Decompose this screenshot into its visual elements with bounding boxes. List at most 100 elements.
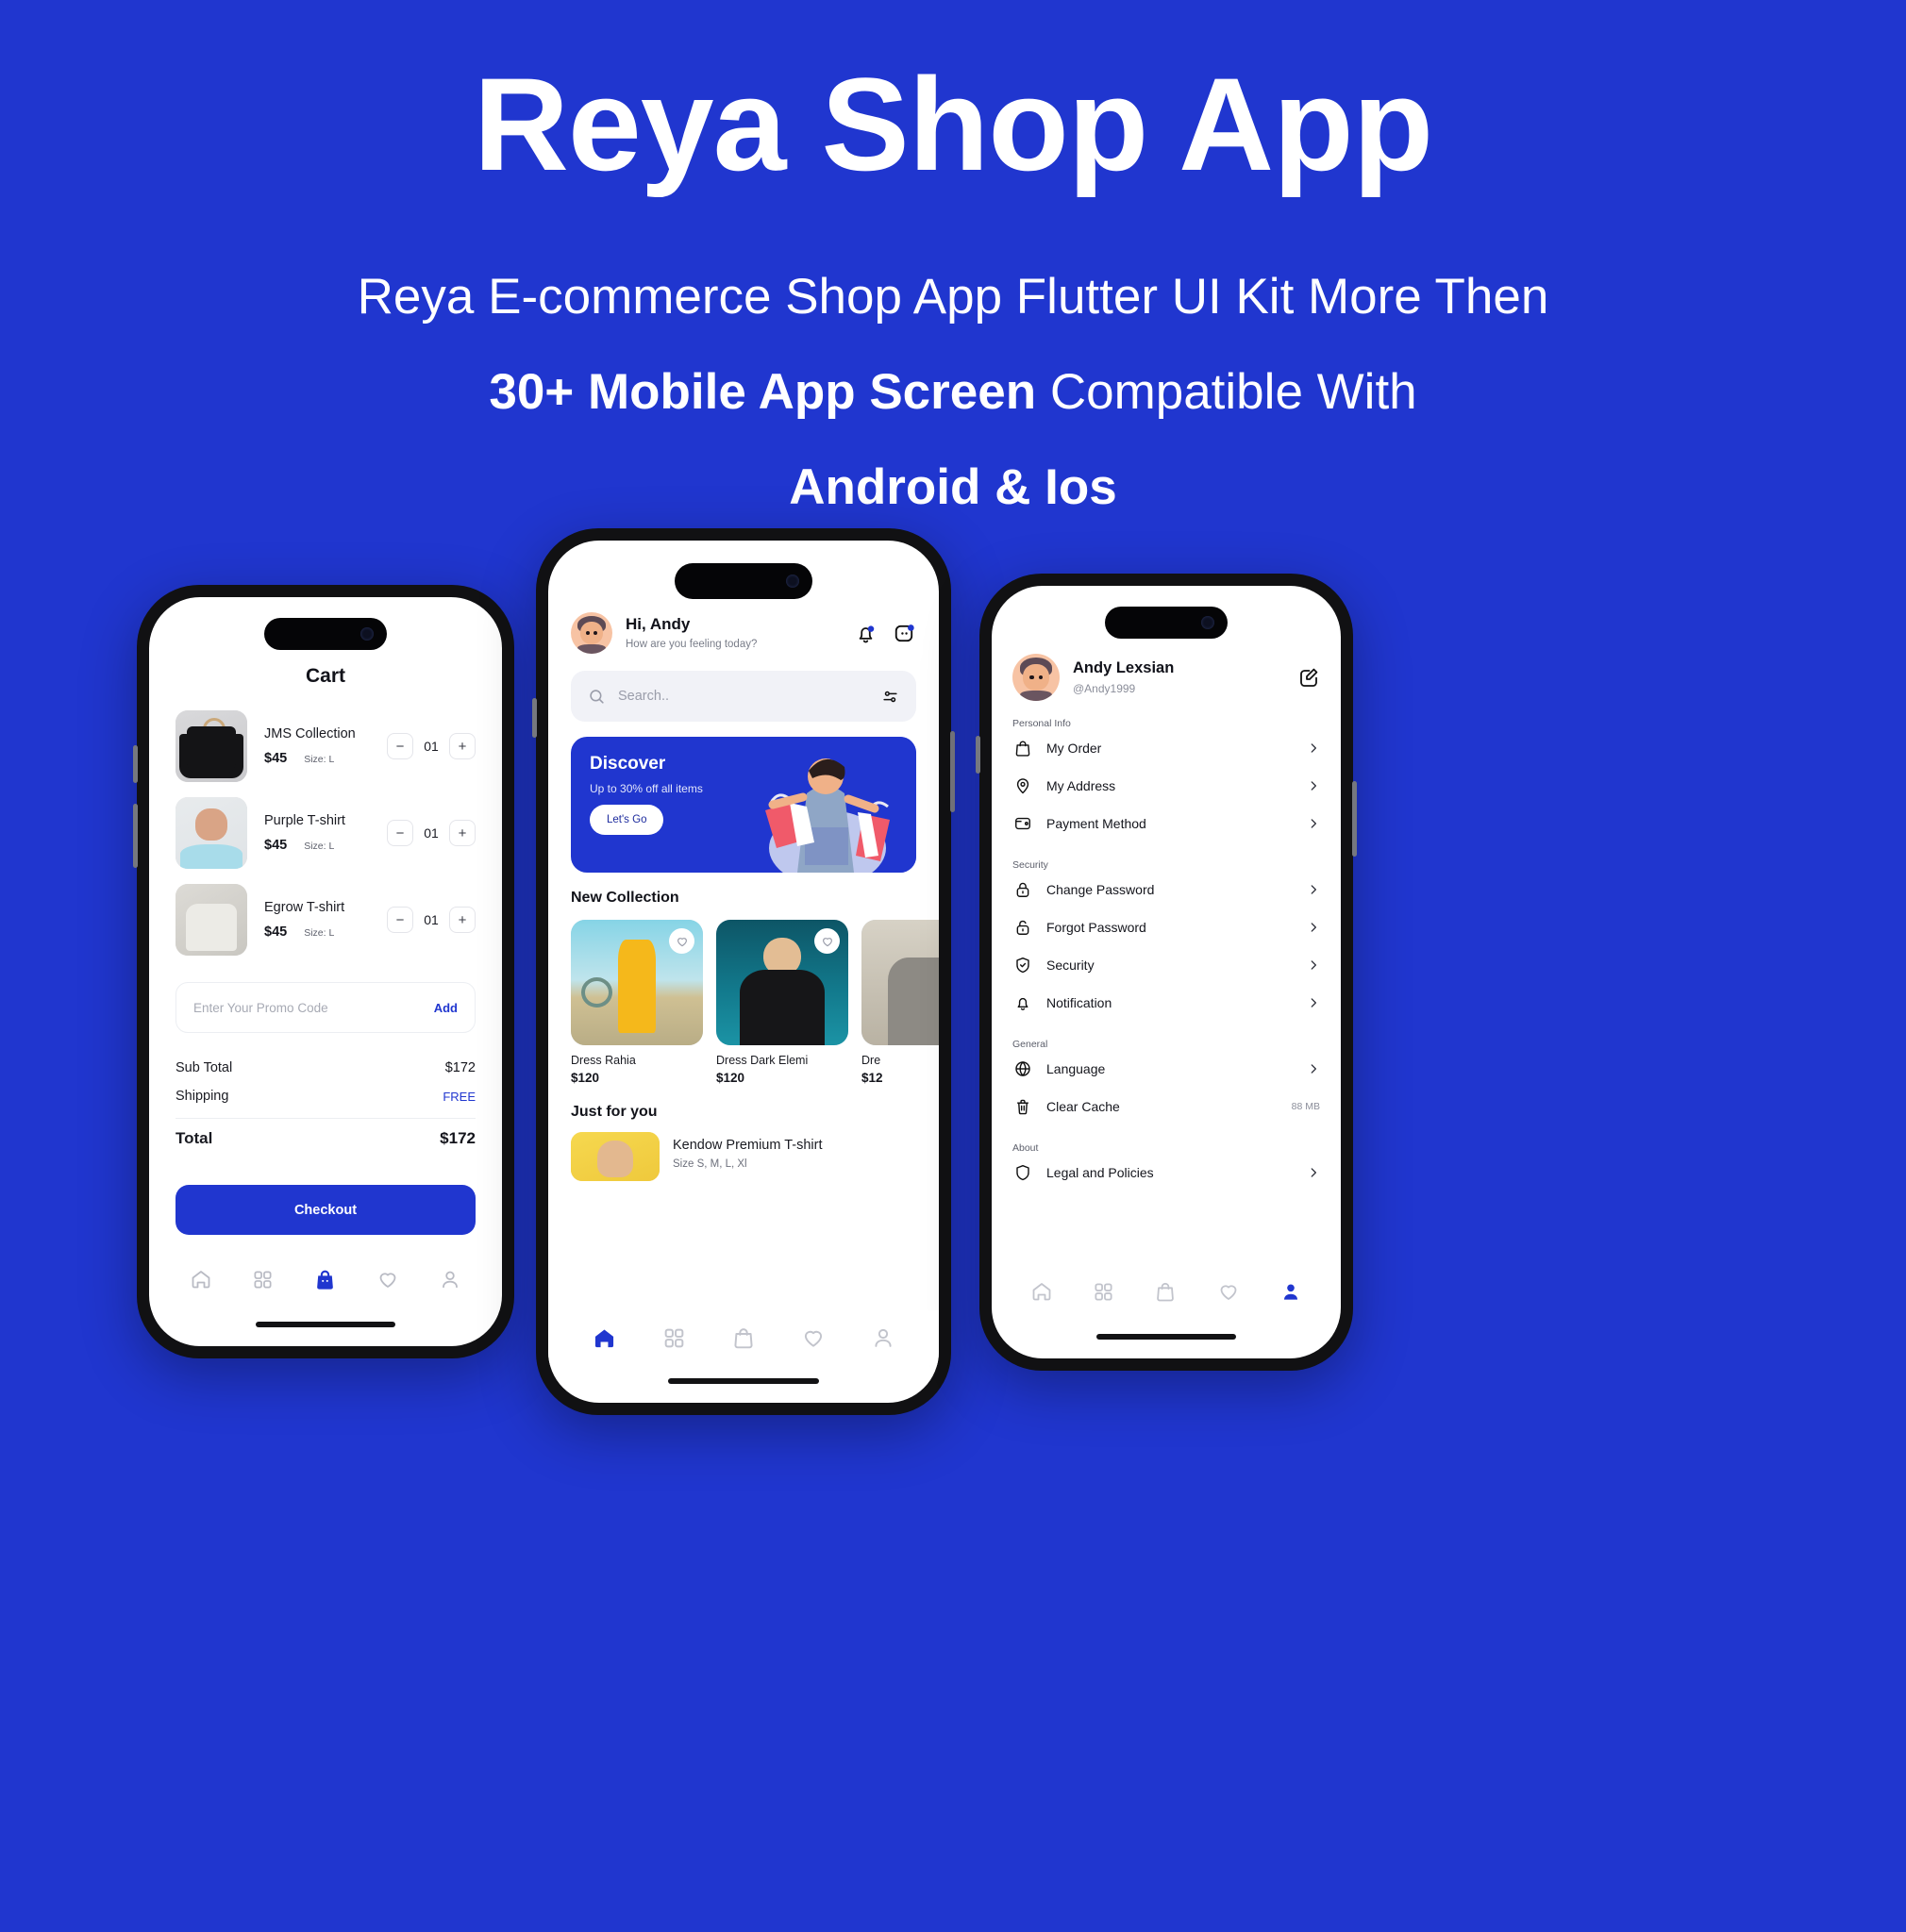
cart-item-row[interactable]: Egrow T-shirt $45 Size: L − 01 +: [149, 876, 502, 963]
shipping-label: Shipping: [176, 1089, 229, 1104]
tab-wishlist[interactable]: [376, 1268, 399, 1291]
promo-banner-page: Reya Shop App Reya E-commerce Shop App F…: [0, 0, 1906, 1932]
tab-profile[interactable]: [439, 1268, 461, 1291]
menu-item-change-password[interactable]: Change Password: [992, 871, 1341, 908]
tab-profile[interactable]: [871, 1325, 895, 1350]
subtotal-row: Sub Total $172: [176, 1054, 476, 1082]
message-icon[interactable]: [893, 622, 916, 645]
menu-item-payment-method[interactable]: Payment Method: [992, 805, 1341, 842]
chevron-right-icon: [1307, 817, 1320, 830]
menu-label: Change Password: [1046, 882, 1155, 897]
bag-icon: [1012, 739, 1033, 758]
tab-categories[interactable]: [662, 1326, 686, 1350]
menu-label: Clear Cache: [1046, 1099, 1120, 1114]
menu-label: My Order: [1046, 741, 1102, 756]
tab-bag[interactable]: [1154, 1280, 1177, 1303]
promo-code-field[interactable]: Enter Your Promo Code Add: [176, 982, 476, 1033]
menu-item-notification[interactable]: Notification: [992, 984, 1341, 1022]
cart-item-meta: $45 Size: L: [264, 924, 387, 940]
product-name: Dress Dark Elemi: [716, 1054, 809, 1067]
menu-item-security[interactable]: Security: [992, 946, 1341, 984]
cart-item-size: Size: L: [304, 927, 335, 940]
home-screen: Hi, Andy How are you feeling today? Sear…: [548, 541, 939, 1403]
increase-quantity-button[interactable]: +: [449, 907, 476, 933]
search-input[interactable]: Search..: [571, 671, 916, 722]
cart-item-row[interactable]: JMS Collection $45 Size: L − 01 +: [149, 703, 502, 790]
discover-banner[interactable]: Discover Up to 30% off all items Let's G…: [571, 737, 916, 873]
tab-bag[interactable]: [313, 1268, 337, 1291]
cart-item-size: Size: L: [304, 841, 335, 853]
lock-open-icon: [1012, 918, 1033, 937]
avatar[interactable]: [1012, 654, 1060, 701]
menu-item-my-order[interactable]: My Order: [992, 729, 1341, 767]
tab-home[interactable]: [592, 1325, 617, 1351]
front-camera-icon: [786, 575, 799, 588]
header-actions: [854, 622, 916, 645]
product-card[interactable]: Dress Rahia $120: [571, 920, 703, 1085]
product-image: [716, 920, 848, 1045]
profile-header: Andy Lexsian @Andy1999: [992, 586, 1341, 701]
product-thumbnail: [571, 1132, 660, 1181]
menu-item-my-address[interactable]: My Address: [992, 767, 1341, 805]
profile-screen: Andy Lexsian @Andy1999 Personal Info My …: [992, 586, 1341, 1358]
shield-check-icon: [1012, 956, 1033, 974]
home-indicator: [668, 1378, 819, 1384]
cart-item-meta: $45 Size: L: [264, 751, 387, 766]
increase-quantity-button[interactable]: +: [449, 820, 476, 846]
banner-subtitle: Up to 30% off all items: [590, 782, 703, 795]
cart-item-info: Purple T-shirt $45 Size: L: [247, 813, 387, 853]
bottom-navigation: [548, 1310, 939, 1365]
decrease-quantity-button[interactable]: −: [387, 820, 413, 846]
tab-wishlist[interactable]: [801, 1325, 826, 1350]
cart-item-list: JMS Collection $45 Size: L − 01 + Purple…: [149, 703, 502, 963]
apply-promo-button[interactable]: Add: [434, 1001, 458, 1015]
chevron-right-icon: [1307, 883, 1320, 896]
menu-item-language[interactable]: Language: [992, 1050, 1341, 1088]
home-indicator: [256, 1322, 395, 1327]
menu-item-clear-cache[interactable]: Clear Cache 88 MB: [992, 1088, 1341, 1125]
avatar[interactable]: [571, 612, 612, 654]
tab-home[interactable]: [190, 1268, 212, 1291]
phone-mockup-cart: Cart JMS Collection $45 Size: L − 01 + P…: [133, 585, 514, 1358]
lets-go-button[interactable]: Let's Go: [590, 805, 664, 835]
hero-subtitle-line1: Reya E-commerce Shop App Flutter UI Kit …: [357, 269, 1549, 325]
hero-subtitle-line3: Android & Ios: [789, 459, 1117, 515]
favorite-button[interactable]: [814, 928, 840, 954]
tab-wishlist[interactable]: [1217, 1280, 1240, 1303]
chevron-right-icon: [1307, 921, 1320, 934]
decrease-quantity-button[interactable]: −: [387, 907, 413, 933]
just-for-you-title: Just for you: [571, 1104, 658, 1120]
increase-quantity-button[interactable]: +: [449, 733, 476, 759]
decrease-quantity-button[interactable]: −: [387, 733, 413, 759]
cart-screen: Cart JMS Collection $45 Size: L − 01 + P…: [149, 597, 502, 1346]
product-sizes: Size S, M, L, Xl: [673, 1158, 747, 1170]
phone-mockup-home: Hi, Andy How are you feeling today? Sear…: [532, 528, 955, 1415]
shopping-woman-illustration: [737, 737, 916, 873]
tab-categories[interactable]: [1093, 1281, 1114, 1303]
favorite-button[interactable]: [669, 928, 694, 954]
filter-icon[interactable]: [881, 688, 899, 706]
tab-home[interactable]: [1030, 1280, 1053, 1303]
product-price: $120: [571, 1071, 600, 1085]
chevron-right-icon: [1307, 1062, 1320, 1075]
page-title: Reya Shop App: [473, 50, 1433, 198]
greeting-name: Hi, Andy: [626, 615, 691, 634]
menu-item-forgot-password[interactable]: Forgot Password: [992, 908, 1341, 946]
bell-icon[interactable]: [854, 622, 878, 645]
tab-categories[interactable]: [252, 1269, 274, 1291]
edit-icon[interactable]: [1297, 666, 1320, 689]
tab-bag[interactable]: [731, 1325, 756, 1350]
cart-item-row[interactable]: Purple T-shirt $45 Size: L − 01 +: [149, 790, 502, 876]
cache-size-value: 88 MB: [1291, 1101, 1320, 1112]
just-for-you-item[interactable]: Kendow Premium T-shirt Size S, M, L, Xl: [548, 1121, 939, 1181]
menu-label: Legal and Policies: [1046, 1165, 1154, 1180]
tab-profile[interactable]: [1279, 1280, 1302, 1303]
product-image: [861, 920, 939, 1045]
menu-item-legal-and-policies[interactable]: Legal and Policies: [992, 1154, 1341, 1191]
product-card[interactable]: Dre $12: [861, 920, 939, 1085]
checkout-button[interactable]: Checkout: [176, 1185, 476, 1235]
quantity-stepper: − 01 +: [387, 820, 476, 846]
menu-label: My Address: [1046, 778, 1116, 793]
product-image: [571, 920, 703, 1045]
product-card[interactable]: Dress Dark Elemi $120: [716, 920, 848, 1085]
